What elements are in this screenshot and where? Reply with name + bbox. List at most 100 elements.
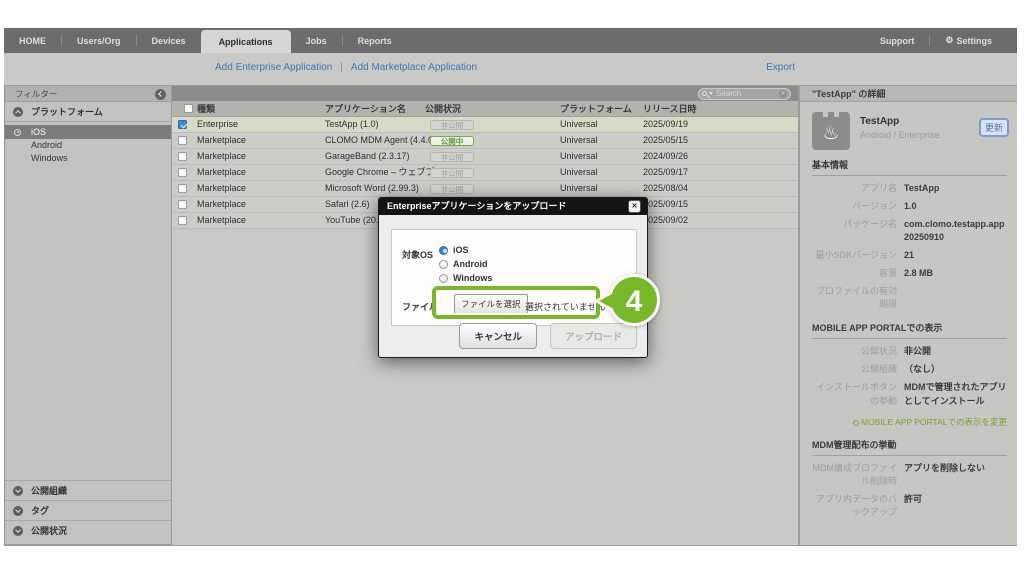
table-row[interactable]: MarketplaceCLOMO MDM Agent (4.4.0)公開中Uni… [172, 133, 798, 149]
status-badge: 公開中 [430, 136, 474, 146]
divider [812, 455, 1007, 456]
column-header-type[interactable]: 種類 [197, 101, 215, 117]
chevron-down-icon [709, 92, 713, 95]
os-radio-windows[interactable]: Windows [439, 271, 492, 285]
export-link[interactable]: Export [766, 62, 795, 73]
column-header-date[interactable]: リリース日時 [643, 101, 697, 117]
cell-app-name: TestApp (1.0) [325, 117, 379, 132]
row-checkbox[interactable] [178, 120, 187, 129]
cell-release-date: 2025/08/04 [643, 181, 688, 196]
settings-link[interactable]: ⚙Settings [930, 28, 1007, 53]
detail-row: MDM構成プロファイル削除時アプリを削除しない [812, 462, 1007, 488]
cell-platform: Universal [560, 149, 598, 164]
nav-tab-devices[interactable]: Devices [137, 28, 201, 53]
section-title: MDM管理配布の挙動 [812, 438, 1007, 451]
cell-release-date: 2025/05/15 [643, 133, 688, 148]
detail-value: 非公開 [904, 345, 1007, 358]
radio-icon[interactable] [439, 260, 448, 269]
radio-icon[interactable] [439, 274, 448, 283]
filter-group[interactable]: 公開状況 [5, 520, 171, 540]
target-os-label: 対象OS [402, 248, 433, 261]
search-placeholder: Search [716, 89, 779, 98]
detail-value: アプリを削除しない [904, 462, 1007, 488]
detail-label: アプリ内データのバックアップ [812, 493, 904, 519]
sidebar-item-android[interactable]: Android [5, 139, 171, 152]
cancel-button[interactable]: キャンセル [459, 323, 537, 349]
selected-filter-icon [14, 129, 21, 136]
radio-icon[interactable] [439, 246, 448, 255]
clear-search-icon[interactable]: ✕ [779, 90, 787, 98]
detail-value: 1.0 [904, 200, 1007, 213]
table-row[interactable]: MarketplaceGarageBand (2.3.17)非公開Univers… [172, 149, 798, 165]
nav-tab-applications[interactable]: Applications [201, 30, 291, 53]
table-row[interactable]: EnterpriseTestApp (1.0)非公開Universal2025/… [172, 117, 798, 133]
detail-label: 公開組織 [812, 363, 904, 376]
os-radio-ios[interactable]: iOS [439, 243, 492, 257]
filter-title: フィルター [15, 89, 57, 99]
detail-row: アプリ内データのバックアップ許可 [812, 493, 1007, 519]
cell-platform: Universal [560, 165, 598, 180]
cell-type: Marketplace [197, 181, 246, 196]
table-row[interactable]: MarketplaceGoogle Chrome – ウェブブ...非公開Uni… [172, 165, 798, 181]
add-marketplace-application-link[interactable]: Add Marketplace Application [351, 62, 477, 73]
os-radio-android[interactable]: Android [439, 257, 492, 271]
expand-circle-icon [13, 506, 23, 516]
nav-tab-home[interactable]: HOME [4, 28, 61, 53]
os-radio-group: iOSAndroidWindows [439, 243, 492, 285]
support-link[interactable]: Support [865, 28, 930, 53]
status-badge: 非公開 [430, 168, 474, 178]
cell-type: Marketplace [197, 149, 246, 164]
filter-group[interactable]: タグ [5, 500, 171, 520]
divider [812, 175, 1007, 176]
detail-row: プロファイルの有効期限 [812, 285, 1007, 311]
modal-footer: キャンセル アップロード [459, 323, 637, 349]
filter-group-platform[interactable]: プラットフォーム [5, 102, 171, 122]
row-checkbox[interactable] [178, 136, 187, 145]
row-checkbox[interactable] [178, 200, 187, 209]
cell-app-name: Safari (2.6) [325, 197, 370, 212]
detail-label: インストールボタンの挙動 [812, 381, 904, 407]
nav-tab-reports[interactable]: Reports [343, 28, 407, 53]
row-checkbox[interactable] [178, 152, 187, 161]
cell-type: Enterprise [197, 117, 238, 132]
sidebar-item-windows[interactable]: Windows [5, 152, 171, 165]
divider [812, 338, 1007, 339]
select-all-checkbox[interactable] [184, 104, 193, 113]
table-row[interactable]: MarketplaceMicrosoft Word (2.99.3)非公開Uni… [172, 181, 798, 197]
column-header-platform[interactable]: プラットフォーム [560, 101, 632, 117]
detail-label: 公開状況 [812, 345, 904, 358]
table-header-row: 種類 アプリケーション名 公開状況 プラットフォーム リリース日時 [172, 101, 798, 117]
actions-row: Add Enterprise Application | Add Marketp… [4, 53, 1017, 85]
table-toolbar: Search ✕ [172, 86, 798, 101]
detail-value: （なし） [904, 363, 1007, 376]
update-button[interactable]: 更新 [979, 118, 1009, 137]
column-header-status[interactable]: 公開状況 [425, 101, 461, 117]
close-icon[interactable]: ✕ [628, 200, 641, 213]
row-checkbox[interactable] [178, 216, 187, 225]
modal-form: 対象OS iOSAndroidWindows ファイル ファイルを選択 選択され… [391, 229, 637, 326]
sidebar-item-ios[interactable]: iOS [5, 125, 171, 139]
chevron-left-icon [158, 91, 164, 97]
app-card: ♨ TestApp Android / Enterprise 更新 [800, 102, 1017, 146]
choose-file-button[interactable]: ファイルを選択 [454, 294, 528, 314]
detail-value [904, 285, 1007, 311]
row-checkbox[interactable] [178, 184, 187, 193]
nav-tab-jobs[interactable]: Jobs [291, 28, 342, 53]
search-input[interactable]: Search ✕ [698, 88, 791, 100]
sidebar-collapse-button[interactable] [155, 89, 166, 100]
change-portal-display-link[interactable]: MOBILE APP PORTALでの表示を変更 [812, 416, 1007, 428]
cell-platform: Universal [560, 181, 598, 196]
add-enterprise-application-link[interactable]: Add Enterprise Application [215, 62, 332, 73]
cell-app-name: YouTube (20.3 [325, 213, 383, 228]
filter-group[interactable]: 公開組織 [5, 480, 171, 500]
expand-circle-icon [13, 486, 23, 496]
column-header-name[interactable]: アプリケーション名 [325, 101, 406, 117]
row-checkbox[interactable] [178, 168, 187, 177]
cell-app-name: CLOMO MDM Agent (4.4.0) [325, 133, 436, 148]
cell-release-date: 2025/09/15 [643, 197, 688, 212]
nav-tab-users-org[interactable]: Users/Org [62, 28, 136, 53]
cell-type: Marketplace [197, 133, 246, 148]
detail-label: バージョン [812, 200, 904, 213]
section-title: 基本情報 [812, 158, 1007, 171]
upload-button[interactable]: アップロード [550, 323, 637, 349]
